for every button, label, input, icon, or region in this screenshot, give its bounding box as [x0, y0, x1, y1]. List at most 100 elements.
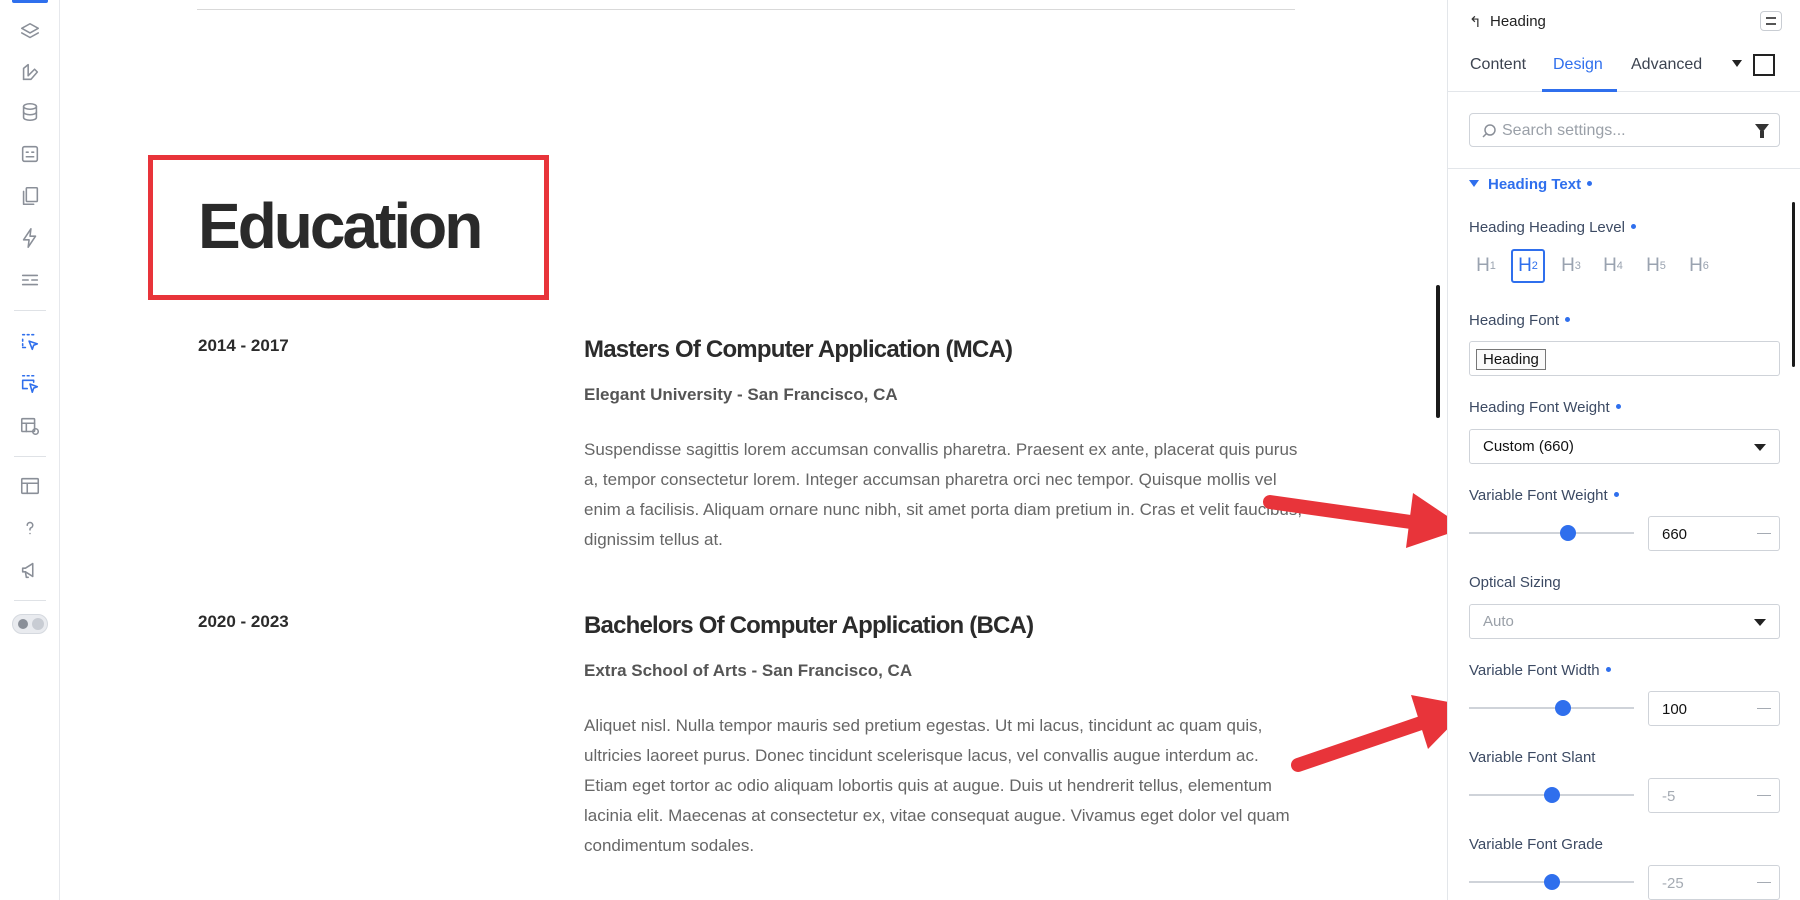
database-icon[interactable] — [16, 98, 44, 126]
font-chip[interactable]: Heading — [1476, 349, 1546, 370]
page-canvas: Education 2014 - 2017 Masters Of Compute… — [60, 0, 1447, 900]
slider-thumb[interactable] — [1543, 787, 1560, 803]
heading-level-h6[interactable]: H6 — [1682, 249, 1716, 283]
rail-active-marker — [12, 0, 48, 3]
rail-divider — [14, 310, 46, 311]
tab-advanced[interactable]: Advanced — [1631, 56, 1702, 74]
heading-level-h3[interactable]: H3 — [1554, 249, 1588, 283]
heading-level-h1[interactable]: H1 — [1469, 249, 1503, 283]
search-icon — [1482, 124, 1496, 138]
optical-sizing-select[interactable]: Auto — [1469, 604, 1780, 639]
variable-grade-label: Variable Font Grade — [1469, 836, 1603, 853]
pages-icon[interactable] — [16, 182, 44, 210]
entry-degree[interactable]: Bachelors Of Computer Application (BCA) — [584, 612, 1034, 640]
modified-dot — [1615, 404, 1621, 409]
font-weight-select[interactable]: Custom (660) — [1469, 429, 1780, 464]
element-title: Heading — [1490, 13, 1546, 30]
slider-thumb[interactable] — [1560, 525, 1576, 541]
entry-degree[interactable]: Masters Of Computer Application (MCA) — [584, 336, 1013, 364]
variable-grade-slider[interactable] — [1469, 874, 1634, 890]
entry-years[interactable]: 2020 - 2023 — [198, 612, 289, 632]
label-text: Heading Font — [1469, 312, 1560, 329]
variable-grade-input[interactable]: -25 — [1648, 865, 1780, 900]
input-value: 660 — [1662, 526, 1688, 543]
click-select-icon[interactable] — [16, 328, 44, 356]
preview-icon[interactable] — [16, 412, 44, 440]
select-value: Custom (660) — [1483, 438, 1574, 455]
heading-font-field[interactable]: Heading — [1469, 341, 1780, 376]
reset-dash-icon[interactable] — [1757, 533, 1771, 534]
variable-width-input[interactable]: 100 — [1648, 691, 1780, 726]
label-text: Optical Sizing — [1469, 574, 1561, 591]
heading-font-label: Heading Font — [1469, 312, 1571, 329]
input-value: -25 — [1662, 875, 1684, 892]
panel-divider — [1448, 168, 1800, 169]
more-tabs-chevron-icon[interactable] — [1732, 60, 1742, 67]
search-input[interactable] — [1502, 120, 1742, 142]
slider-track — [1469, 707, 1634, 709]
font-weight-label: Heading Font Weight — [1469, 399, 1621, 416]
lightning-icon[interactable] — [16, 224, 44, 252]
filter-icon[interactable] — [1755, 124, 1769, 138]
slider-track — [1469, 532, 1634, 534]
select-value: Auto — [1483, 613, 1514, 630]
responsive-frame-icon[interactable] — [1753, 54, 1775, 76]
tab-design[interactable]: Design — [1553, 56, 1603, 74]
modified-dot — [1587, 181, 1593, 186]
theme-toggle[interactable] — [12, 614, 48, 634]
megaphone-icon[interactable] — [16, 556, 44, 584]
active-tab-indicator — [1542, 89, 1617, 92]
label-text: Variable Font Weight — [1469, 487, 1608, 504]
label-text: Variable Font Width — [1469, 662, 1600, 679]
variable-slant-input[interactable]: -5 — [1648, 778, 1780, 813]
level-letter: H — [1476, 255, 1490, 276]
modified-dot — [1565, 317, 1571, 322]
heading-level-h2[interactable]: H2 — [1511, 249, 1545, 283]
multi-select-icon[interactable] — [16, 370, 44, 398]
back-arrow-icon[interactable]: ↰ — [1469, 13, 1482, 31]
level-number: 2 — [1531, 260, 1538, 272]
rail-divider — [14, 600, 46, 601]
input-value: -5 — [1662, 788, 1676, 805]
variable-width-slider[interactable] — [1469, 700, 1634, 716]
sliders-icon[interactable] — [16, 266, 44, 294]
modified-dot — [1613, 492, 1619, 497]
reset-dash-icon[interactable] — [1757, 882, 1771, 883]
slider-thumb[interactable] — [1555, 700, 1572, 716]
panel-header: ↰ Heading Content Design Advanced — [1448, 0, 1800, 92]
collapse-triangle-icon — [1469, 180, 1479, 187]
palette-icon[interactable] — [16, 58, 44, 86]
modified-dot — [1605, 667, 1611, 672]
settings-search — [1469, 113, 1780, 147]
label-text: Variable Font Grade — [1469, 836, 1603, 853]
education-heading[interactable]: Education — [198, 188, 483, 264]
rail-divider — [14, 456, 46, 457]
entry-school[interactable]: Extra School of Arts - San Francisco, CA — [584, 661, 912, 681]
layout-toggle-icon[interactable] — [1760, 11, 1782, 31]
tab-content[interactable]: Content — [1470, 56, 1526, 74]
entry-school[interactable]: Elegant University - San Francisco, CA — [584, 385, 898, 405]
entry-description[interactable]: Suspendisse sagittis lorem accumsan conv… — [584, 435, 1304, 555]
entry-years[interactable]: 2014 - 2017 — [198, 336, 289, 356]
variable-weight-slider[interactable] — [1469, 525, 1634, 541]
forms-icon[interactable] — [16, 140, 44, 168]
variable-width-label: Variable Font Width — [1469, 662, 1611, 679]
entry-description[interactable]: Aliquet nisl. Nulla tempor mauris sed pr… — [584, 711, 1304, 861]
variable-weight-input[interactable]: 660 — [1648, 516, 1780, 551]
heading-level-h5[interactable]: H5 — [1639, 249, 1673, 283]
variable-slant-label: Variable Font Slant — [1469, 749, 1595, 766]
reset-dash-icon[interactable] — [1757, 708, 1771, 709]
panel-scrollbar[interactable] — [1792, 202, 1795, 367]
section-heading-text[interactable]: Heading Text — [1469, 176, 1593, 193]
slider-thumb[interactable] — [1543, 874, 1560, 890]
theme-toggle-icon — [18, 619, 28, 629]
heading-level-h4[interactable]: H4 — [1596, 249, 1630, 283]
templates-icon[interactable] — [16, 472, 44, 500]
layers-icon[interactable] — [16, 18, 44, 46]
level-number: 6 — [1702, 260, 1709, 272]
canvas-scrollbar[interactable] — [1436, 285, 1440, 418]
variable-weight-label: Variable Font Weight — [1469, 487, 1619, 504]
reset-dash-icon[interactable] — [1757, 795, 1771, 796]
help-icon[interactable] — [16, 514, 44, 542]
variable-slant-slider[interactable] — [1469, 787, 1634, 803]
